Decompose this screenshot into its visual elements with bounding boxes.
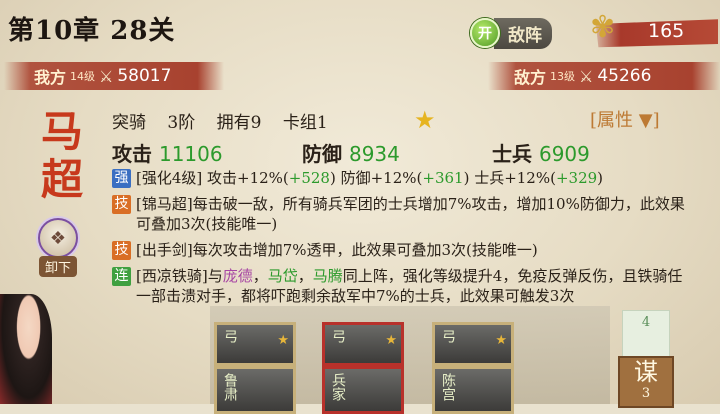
skill-enhance: 强 [强化4级] 攻击+12%(+528) 防御+12%(+361) 士兵+12…: [112, 168, 692, 188]
skill-tag: 技: [112, 195, 131, 214]
star-icon[interactable]: ★: [414, 106, 436, 134]
side-count: 4: [641, 315, 651, 330]
enemy-open-icon: 开: [470, 18, 500, 48]
card-label: 兵家: [330, 373, 346, 401]
skill-text: ) 防御+12%(: [329, 169, 423, 187]
skill-text: [锦马超]每击破一敌，所有骑兵军团的士兵增加7%攻击，增加10%防御力，此效果可…: [136, 195, 685, 233]
attack-stat: 攻击 11106: [112, 138, 223, 167]
attack-label: 攻击: [112, 142, 152, 166]
unequip-label: 卸下: [38, 256, 77, 277]
enemy-level: 13级: [550, 70, 576, 83]
card-label: 弓: [330, 329, 346, 343]
attack-value: 11106: [158, 142, 223, 166]
skill-chushoujian: 技 [出手剑]每次攻击增加7%透甲，此效果可叠加3次(技能唯一): [112, 240, 692, 260]
enemy-power: 45266: [597, 66, 652, 86]
skill-text: ) 士兵+12%(: [463, 169, 556, 187]
skill-jinmachao: 技 [锦马超]每击破一敌，所有骑兵军团的士兵增加7%攻击，增加10%防御力，此效…: [112, 194, 692, 234]
skill-text: ，: [252, 267, 268, 285]
skill-text: ，: [297, 267, 313, 285]
attack-bonus: +528: [288, 169, 330, 187]
troops-label: 士兵: [492, 142, 532, 166]
defense-label: 防御: [302, 142, 342, 166]
ally-label: 我方: [34, 68, 67, 87]
troops-stat: 士兵 6909: [492, 138, 590, 167]
fan-icon: ❖: [38, 218, 78, 258]
unit-card[interactable]: 兵家: [322, 366, 404, 414]
ally-level: 14级: [70, 70, 96, 83]
food-value: 165: [648, 20, 685, 42]
enemy-formation-button[interactable]: 开 敌阵: [470, 17, 570, 49]
ally-power: 58017: [117, 66, 172, 86]
deck-name: 卡组1: [282, 113, 328, 133]
card-label: 弓: [440, 329, 456, 343]
ally-power-banner: 我方 14级 ⚔ 58017: [4, 62, 224, 90]
defense-stat: 防御 8934: [302, 138, 400, 167]
defense-bonus: +361: [422, 169, 464, 187]
unit-card[interactable]: 陈宫: [432, 366, 514, 414]
star-icon: ★: [495, 333, 507, 348]
owned-count: 拥有9: [216, 113, 262, 133]
sword-icon: ⚔: [99, 66, 114, 86]
unit-card[interactable]: 弓 ★: [322, 322, 404, 366]
card-label: 鲁肃: [222, 373, 238, 401]
skill-text: [西凉铁骑]与: [136, 267, 223, 285]
troops-value: 6909: [538, 142, 590, 166]
star-icon: ★: [277, 333, 289, 348]
unit-type: 突骑: [112, 113, 146, 133]
tier: 3阶: [167, 113, 196, 133]
unequip-button[interactable]: ❖ 卸下: [36, 218, 80, 278]
skill-tag: 连: [112, 267, 131, 286]
unit-card[interactable]: 弓 ★: [432, 322, 514, 366]
skill-text: ): [597, 169, 604, 187]
attribute-dropdown[interactable]: [属性 ▼]: [590, 106, 660, 132]
advisor-avatar[interactable]: [0, 294, 52, 404]
enemy-label: 敌方: [514, 68, 547, 87]
strategy-count: 3: [641, 386, 651, 401]
card-label: 弓: [222, 329, 238, 343]
strategy-label: 谋: [634, 358, 658, 386]
card-label: 陈宫: [440, 373, 456, 401]
skills-list: 强 [强化4级] 攻击+12%(+528) 防御+12%(+361) 士兵+12…: [112, 168, 692, 312]
hero-name-char: 超: [40, 155, 83, 204]
hero-name-char: 马: [40, 107, 83, 156]
linked-hero: 庞德: [222, 267, 253, 285]
skill-tag: 技: [112, 241, 131, 260]
linked-hero: 马腾: [312, 267, 343, 285]
hero-name: 马 超: [36, 108, 88, 204]
sword-icon: ⚔: [579, 66, 594, 86]
star-icon: ★: [385, 333, 397, 348]
skill-xiliang: 连 [西凉铁骑]与庞德，马岱，马腾同上阵，强化等级提升4，免疫反弹反伤，且铁骑任…: [112, 266, 692, 306]
troops-bonus: +329: [555, 169, 598, 187]
enemy-formation-label: 敌阵: [494, 17, 552, 49]
chapter-title: 第10章 28关: [8, 16, 176, 46]
side-count-box[interactable]: 4: [622, 310, 670, 358]
unit-card[interactable]: 弓 ★: [214, 322, 296, 366]
strategy-button[interactable]: 谋 3: [618, 356, 674, 408]
skill-text: [出手剑]每次攻击增加7%透甲，此效果可叠加3次(技能唯一): [136, 241, 538, 259]
hero-info-line: 突骑 3阶 拥有9 卡组1: [112, 108, 344, 133]
linked-hero: 马岱: [267, 267, 298, 285]
skill-text: [强化4级] 攻击+12%(: [136, 169, 289, 187]
wheat-icon: ✾: [590, 10, 616, 45]
unit-card[interactable]: 鲁肃: [214, 366, 296, 414]
skill-tag: 强: [112, 169, 131, 188]
defense-value: 8934: [348, 142, 400, 166]
enemy-power-banner: 敌方 13级 ⚔ 45266: [488, 62, 720, 90]
